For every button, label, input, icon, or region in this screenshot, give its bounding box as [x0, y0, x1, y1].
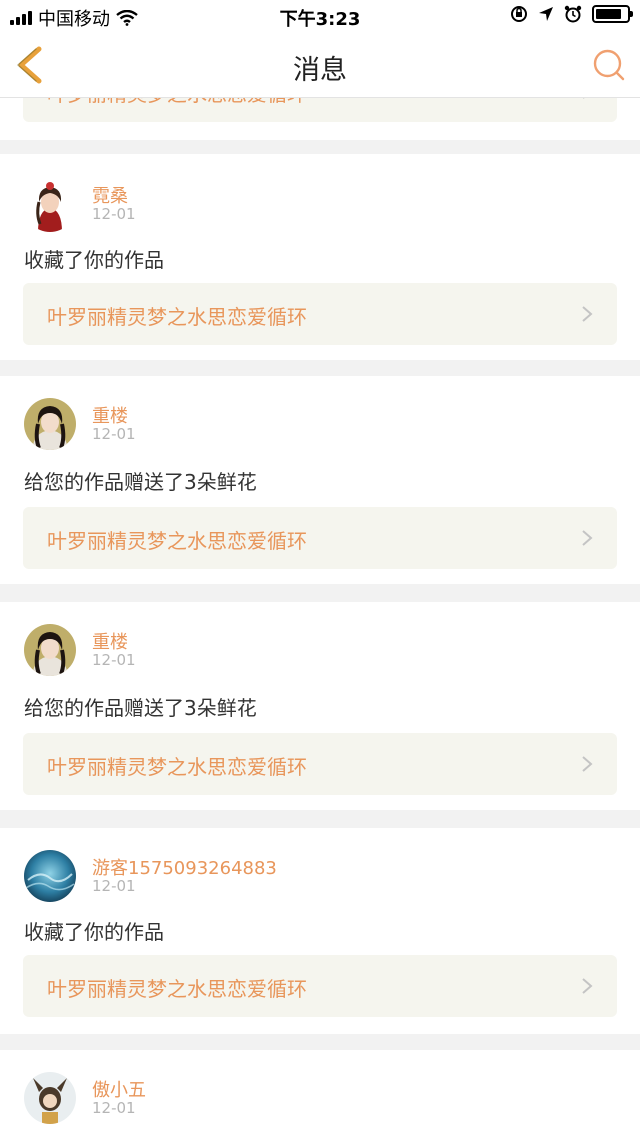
message-date: 12-01 [92, 1099, 136, 1117]
search-icon[interactable] [592, 48, 626, 82]
message-card: 游客1575093264883 12-01 收藏了你的作品 叶罗丽精灵梦之水思恋… [0, 828, 640, 1034]
location-icon [539, 7, 553, 21]
avatar[interactable] [24, 1072, 76, 1124]
nav-bar: 消息 [0, 32, 640, 98]
work-title: 叶罗丽精灵梦之水思恋爱循环 [47, 529, 307, 553]
message-card: 重楼 12-01 给您的作品赠送了3朵鲜花 叶罗丽精灵梦之水思恋爱循环 [0, 602, 640, 810]
work-title: 叶罗丽精灵梦之水思恋爱循环 [47, 755, 307, 779]
chevron-right-icon [583, 98, 585, 99]
chevron-right-icon [582, 756, 593, 772]
work-title: 叶罗丽精灵梦之水思恋爱循环 [47, 98, 307, 107]
message-date: 12-01 [92, 425, 136, 443]
page-title: 消息 [293, 55, 347, 86]
rotation-lock-icon [511, 6, 527, 22]
avatar[interactable] [24, 624, 76, 676]
message-action: 收藏了你的作品 [24, 248, 164, 272]
message-action: 给您的作品赠送了3朵鲜花 [24, 696, 257, 720]
chevron-right-icon [582, 978, 593, 994]
work-link[interactable]: 叶罗丽精灵梦之水思恋爱循环 [23, 283, 617, 345]
chevron-right-icon [582, 306, 593, 322]
message-card-partial: 叶罗丽精灵梦之水思恋爱循环 [0, 98, 640, 140]
avatar[interactable] [24, 850, 76, 902]
message-feed[interactable]: 叶罗丽精灵梦之水思恋爱循环 霓桑 12-01 收藏了你的作品 叶罗丽精灵梦之水思… [0, 98, 640, 1138]
message-card: 霓桑 12-01 收藏了你的作品 叶罗丽精灵梦之水思恋爱循环 [0, 154, 640, 360]
avatar[interactable] [24, 398, 76, 450]
status-bar: 中国移动 下午3:23 [0, 0, 640, 32]
message-date: 12-01 [92, 205, 136, 223]
work-title: 叶罗丽精灵梦之水思恋爱循环 [47, 977, 307, 1001]
message-date: 12-01 [92, 651, 136, 669]
work-title: 叶罗丽精灵梦之水思恋爱循环 [47, 305, 307, 329]
chevron-right-icon [582, 530, 593, 546]
avatar[interactable] [24, 180, 76, 232]
work-link[interactable]: 叶罗丽精灵梦之水思恋爱循环 [23, 733, 617, 795]
message-action: 给您的作品赠送了3朵鲜花 [24, 470, 257, 494]
message-card: 傲小五 12-01 [0, 1050, 640, 1138]
battery-icon [592, 5, 633, 23]
alarm-icon [564, 5, 582, 23]
work-link[interactable]: 叶罗丽精灵梦之水思恋爱循环 [23, 507, 617, 569]
message-date: 12-01 [92, 877, 136, 895]
work-link[interactable]: 叶罗丽精灵梦之水思恋爱循环 [23, 955, 617, 1017]
message-card: 重楼 12-01 给您的作品赠送了3朵鲜花 叶罗丽精灵梦之水思恋爱循环 [0, 376, 640, 584]
work-link[interactable]: 叶罗丽精灵梦之水思恋爱循环 [23, 98, 617, 122]
battery-level [596, 9, 621, 19]
message-action: 收藏了你的作品 [24, 920, 164, 944]
status-right [510, 5, 633, 23]
